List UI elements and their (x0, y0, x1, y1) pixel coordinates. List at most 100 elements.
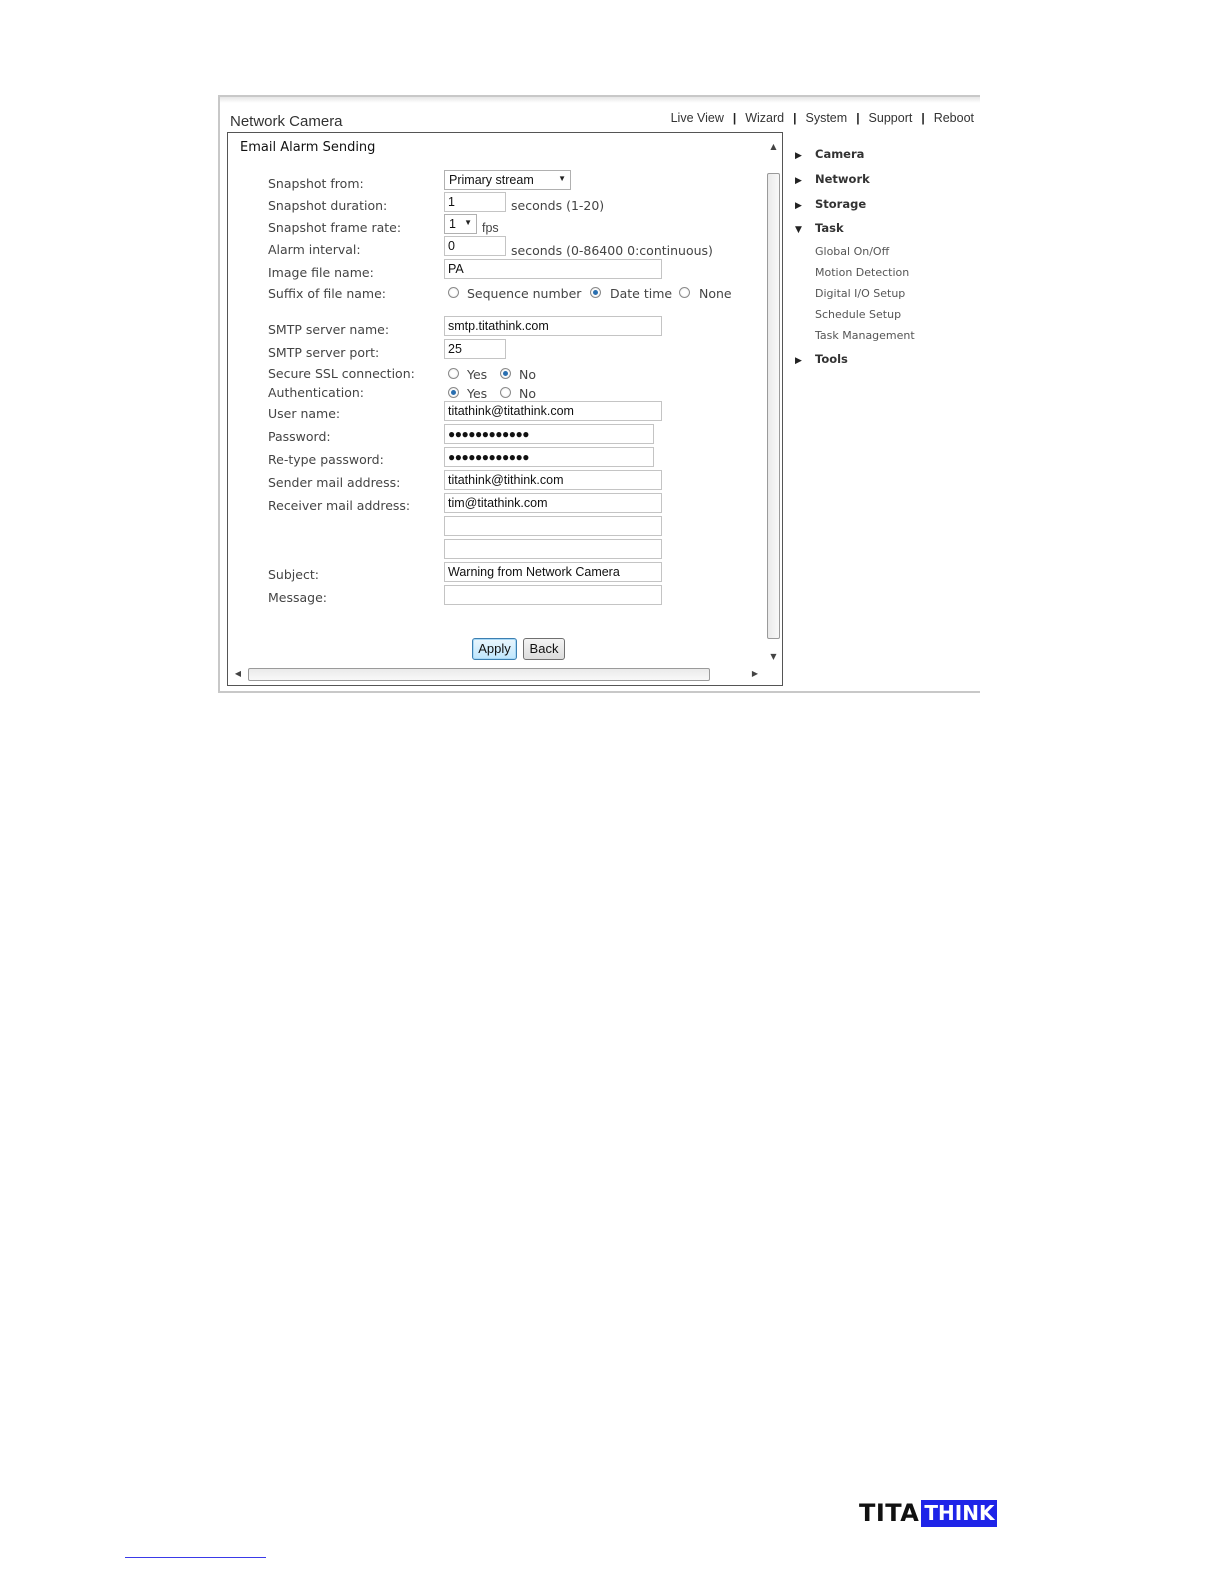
smtp-server-name-label: SMTP server name: (268, 322, 390, 337)
image-file-name-input[interactable]: PA (444, 259, 662, 279)
authentication-label: Authentication: (268, 385, 364, 400)
auth-yes-radio[interactable] (448, 387, 459, 398)
receiver-input-2[interactable] (444, 516, 662, 536)
vertical-scrollbar[interactable]: ▲ ▼ (766, 137, 781, 665)
caret-right-icon: ▶ (795, 176, 802, 186)
chevron-down-icon: ▼ (464, 218, 472, 227)
snapshot-from-value: Primary stream (449, 173, 534, 187)
image-file-name-label: Image file name: (268, 265, 374, 280)
sidebar-item-label: Tools (815, 352, 848, 366)
sidebar-item-task[interactable]: ▼ Task (795, 221, 844, 235)
caret-right-icon: ▶ (795, 151, 802, 161)
suffix-sequence-radio[interactable] (448, 287, 459, 298)
alarm-interval-label: Alarm interval: (268, 242, 361, 257)
message-input[interactable] (444, 585, 662, 605)
subject-input[interactable]: Warning from Network Camera (444, 562, 662, 582)
screenshot-window: Network Camera Live View | Wizard | Syst… (218, 95, 980, 693)
scroll-left-icon[interactable]: ◀ (233, 668, 243, 680)
sender-label: Sender mail address: (268, 475, 401, 490)
auth-no-radio[interactable] (500, 387, 511, 398)
logo-text-think: THINK (921, 1500, 998, 1527)
message-label: Message: (268, 590, 327, 605)
sidebar-item-camera[interactable]: ▶ Camera (795, 147, 864, 161)
receiver-input-3[interactable] (444, 539, 662, 559)
nav-separator: | (732, 111, 737, 125)
ssl-yes-text: Yes (467, 367, 488, 382)
sidebar-item-tools[interactable]: ▶ Tools (795, 352, 848, 366)
password-label: Password: (268, 429, 331, 444)
smtp-server-port-input[interactable]: 25 (444, 339, 506, 359)
snapshot-frame-rate-label: Snapshot frame rate: (268, 220, 402, 235)
app-title: Network Camera (230, 113, 343, 130)
sidebar-subitem-global-on-off[interactable]: Global On/Off (815, 245, 889, 258)
sidebar-item-label: Network (815, 172, 870, 186)
frame-rate-unit: fps (482, 221, 499, 235)
caret-down-icon: ▼ (795, 225, 802, 235)
sidebar-subitem-digital-io-setup[interactable]: Digital I/O Setup (815, 287, 905, 300)
retype-password-label: Re-type password: (268, 452, 384, 467)
panel-title: Email Alarm Sending (240, 140, 376, 155)
suffix-datetime-radio[interactable] (590, 287, 601, 298)
ssl-yes-radio[interactable] (448, 368, 459, 379)
caret-right-icon: ▶ (795, 201, 802, 211)
auth-yes-text: Yes (467, 386, 488, 401)
alarm-interval-unit: seconds (0-86400 0:continuous) (511, 243, 713, 258)
horizontal-scrollbar[interactable]: ◀ ▶ (232, 667, 762, 682)
back-button[interactable]: Back (523, 638, 565, 660)
sidebar-item-label: Task (815, 221, 844, 235)
sidebar-subitem-motion-detection[interactable]: Motion Detection (815, 266, 909, 279)
suffix-sequence-text: Sequence number (467, 286, 582, 301)
chevron-down-icon: ▼ (558, 174, 566, 183)
frame-rate-value: 1 (449, 217, 456, 231)
apply-button[interactable]: Apply (472, 638, 517, 660)
nav-separator: | (793, 111, 797, 125)
sidebar-item-label: Camera (815, 147, 865, 161)
sidebar-item-network[interactable]: ▶ Network (795, 172, 870, 186)
ssl-no-radio[interactable] (500, 368, 511, 379)
receiver-label: Receiver mail address: (268, 498, 411, 513)
secure-ssl-label: Secure SSL connection: (268, 366, 415, 381)
receiver-input-1[interactable]: tim@titathink.com (444, 493, 662, 513)
auth-no-text: No (519, 386, 536, 401)
snapshot-duration-unit: seconds (1-20) (511, 198, 605, 213)
scroll-right-icon[interactable]: ▶ (750, 668, 760, 680)
suffix-label: Suffix of file name: (268, 286, 387, 301)
user-name-label: User name: (268, 406, 341, 421)
sidebar-subitem-task-management[interactable]: Task Management (815, 329, 915, 342)
ssl-no-text: No (519, 367, 536, 382)
scroll-up-icon[interactable]: ▲ (768, 141, 779, 153)
snapshot-duration-label: Snapshot duration: (268, 198, 388, 213)
snapshot-duration-input[interactable]: 1 (444, 192, 506, 212)
retype-password-input[interactable]: ●●●●●●●●●●●● (444, 447, 654, 467)
window-top-gradient (220, 97, 980, 103)
nav-live-view[interactable]: Live View (671, 111, 724, 125)
titathink-logo: TITA THINK (859, 1499, 998, 1527)
nav-reboot[interactable]: Reboot (934, 111, 974, 125)
alarm-interval-input[interactable]: 0 (444, 236, 506, 256)
password-input[interactable]: ●●●●●●●●●●●● (444, 424, 654, 444)
nav-wizard[interactable]: Wizard (745, 111, 784, 125)
nav-system[interactable]: System (806, 111, 848, 125)
scroll-down-icon[interactable]: ▼ (768, 651, 779, 663)
suffix-datetime-text: Date time (610, 286, 673, 301)
email-alarm-panel: Email Alarm Sending Snapshot from: Prima… (227, 132, 783, 686)
nav-separator: | (856, 111, 860, 125)
smtp-server-name-input[interactable]: smtp.titathink.com (444, 316, 662, 336)
frame-rate-select[interactable]: 1 ▼ (444, 214, 477, 234)
nav-support[interactable]: Support (869, 111, 913, 125)
snapshot-from-select[interactable]: Primary stream ▼ (444, 170, 571, 190)
footer-divider (125, 1557, 266, 1558)
vertical-scroll-thumb[interactable] (767, 173, 780, 639)
sender-input[interactable]: titathink@tithink.com (444, 470, 662, 490)
logo-text-tita: TITA (859, 1499, 920, 1527)
suffix-none-text: None (699, 286, 732, 301)
sidebar-item-storage[interactable]: ▶ Storage (795, 197, 866, 211)
suffix-none-radio[interactable] (679, 287, 690, 298)
sidebar-subitem-schedule-setup[interactable]: Schedule Setup (815, 308, 901, 321)
sidebar-item-label: Storage (815, 197, 867, 211)
subject-label: Subject: (268, 567, 319, 582)
nav-separator: | (921, 111, 925, 125)
horizontal-scroll-thumb[interactable] (248, 668, 710, 681)
smtp-server-port-label: SMTP server port: (268, 345, 380, 360)
user-name-input[interactable]: titathink@titathink.com (444, 401, 662, 421)
